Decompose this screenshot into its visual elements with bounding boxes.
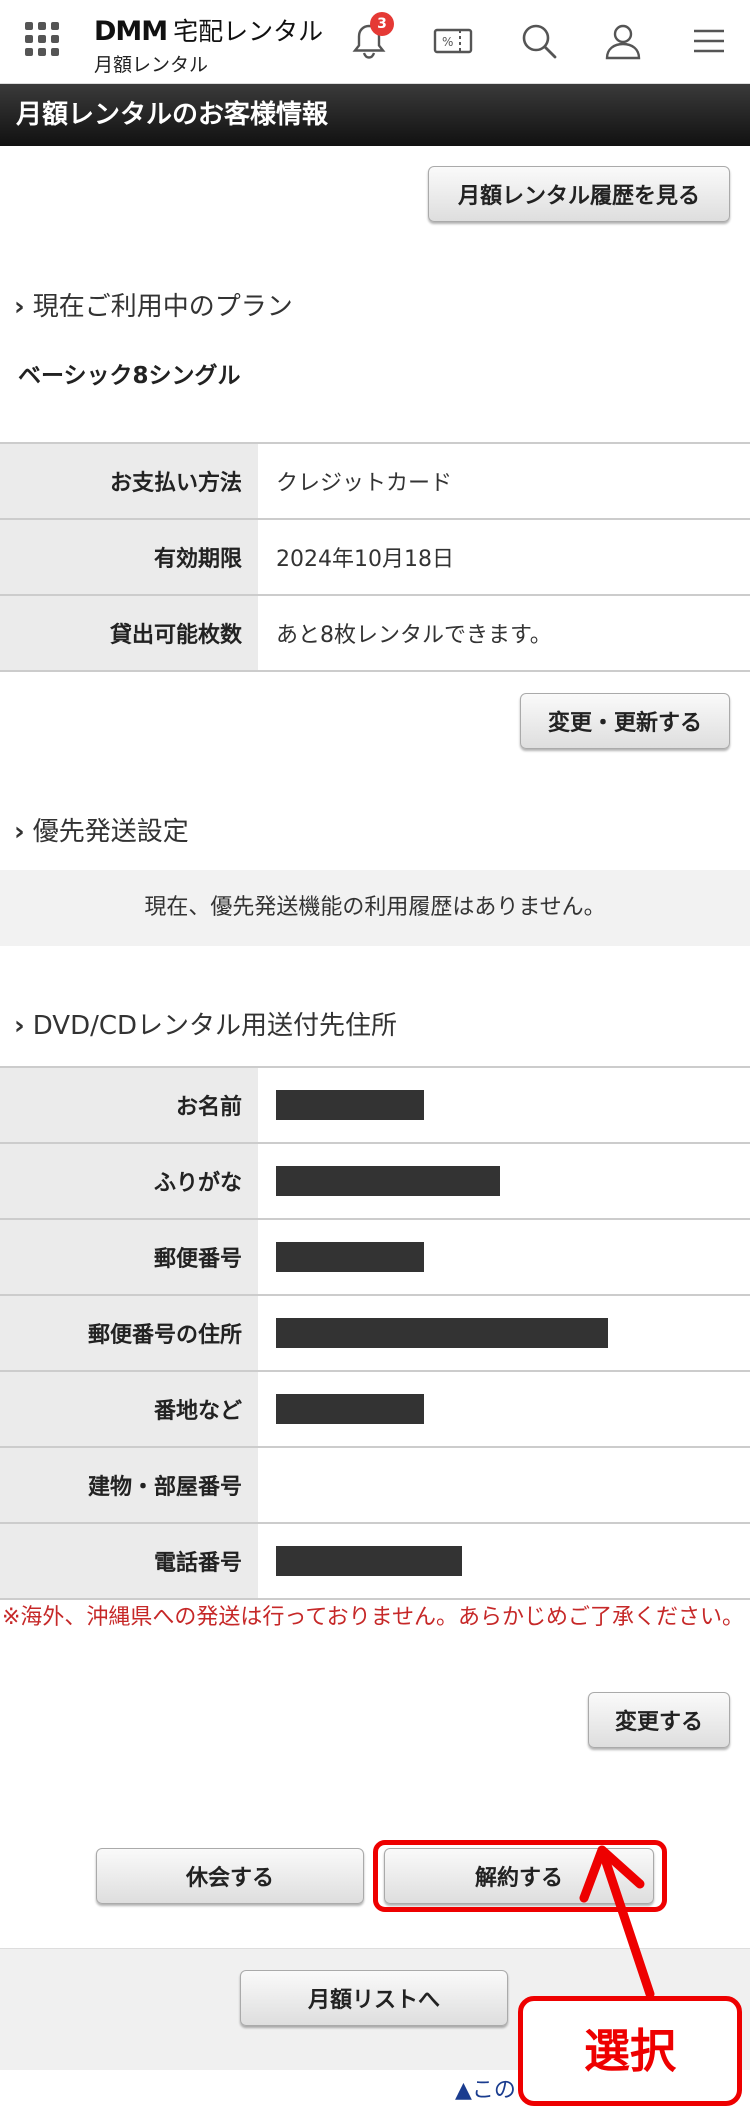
page-title: 月額レンタルのお客様情報 — [0, 84, 750, 146]
table-row: ふりがな — [0, 1142, 750, 1220]
expiry-label: 有効期限 — [0, 518, 258, 596]
postal-code-label: 郵便番号 — [0, 1218, 258, 1296]
furigana-label: ふりがな — [0, 1142, 258, 1220]
table-row: 建物・部屋番号 — [0, 1446, 750, 1524]
redacted-value — [276, 1090, 424, 1120]
grid-menu-icon[interactable] — [25, 22, 59, 56]
postal-address-value — [258, 1294, 750, 1372]
phone-value — [258, 1522, 750, 1600]
current-plan-heading-label: 現在ご利用中のプラン — [32, 292, 293, 322]
rental-count-label: 貸出可能枚数 — [0, 594, 258, 672]
street-label: 番地など — [0, 1370, 258, 1448]
table-row: 郵便番号 — [0, 1218, 750, 1296]
plan-name: ベーシック8シングル — [18, 363, 241, 389]
postal-address-label: 郵便番号の住所 — [0, 1294, 258, 1372]
rental-count-value: あと8枚レンタルできます。 — [258, 594, 750, 672]
priority-shipping-heading: › 優先発送設定 — [14, 811, 189, 848]
payment-method-label: お支払い方法 — [0, 442, 258, 520]
notification-badge: 3 — [370, 12, 394, 36]
phone-label: 電話番号 — [0, 1522, 258, 1600]
furigana-value — [258, 1142, 750, 1220]
select-callout: 選択 — [518, 1996, 742, 2106]
logo-service: 宅配レンタル — [173, 17, 324, 46]
name-label: お名前 — [0, 1066, 258, 1144]
table-row: 有効期限 2024年10月18日 — [0, 518, 750, 596]
plan-info-table: お支払い方法 クレジットカード 有効期限 2024年10月18日 貸出可能枚数 … — [0, 442, 750, 672]
logo-subtitle: 月額レンタル — [94, 54, 209, 76]
payment-method-value: クレジットカード — [258, 442, 750, 520]
building-value — [258, 1446, 750, 1524]
address-heading: › DVD/CDレンタル用送付先住所 — [14, 1005, 397, 1042]
monthly-list-button[interactable]: 月額リストへ — [240, 1970, 508, 2026]
redacted-value — [276, 1242, 424, 1272]
priority-shipping-notice: 現在、優先発送機能の利用履歴はありません。 — [0, 870, 750, 946]
table-row: 電話番号 — [0, 1522, 750, 1600]
table-row: お名前 — [0, 1066, 750, 1144]
address-table: お名前 ふりがな 郵便番号 郵便番号の住所 番地など 建物・部屋番号 電話番号 — [0, 1066, 750, 1600]
table-row: お支払い方法 クレジットカード — [0, 442, 750, 520]
expiry-value: 2024年10月18日 — [258, 518, 750, 596]
redacted-value — [276, 1318, 608, 1348]
site-logo[interactable]: DMM 宅配レンタル — [94, 12, 323, 48]
svg-text:%: % — [442, 35, 453, 49]
redacted-value — [276, 1546, 462, 1576]
current-plan-heading: › 現在ご利用中のプラン — [14, 286, 293, 323]
hamburger-menu-icon[interactable] — [688, 20, 730, 62]
plan-change-button[interactable]: 変更・更新する — [520, 693, 730, 749]
table-row: 貸出可能枚数 あと8枚レンタルできます。 — [0, 594, 750, 672]
highlight-frame — [373, 1840, 667, 1912]
chevron-right-icon: › — [14, 1011, 25, 1041]
suspend-button[interactable]: 休会する — [96, 1848, 364, 1904]
search-icon[interactable] — [518, 20, 560, 62]
street-value — [258, 1370, 750, 1448]
chevron-right-icon: › — [14, 292, 25, 322]
address-heading-label: DVD/CDレンタル用送付先住所 — [32, 1011, 398, 1041]
coupon-icon[interactable]: % — [432, 20, 474, 62]
building-label: 建物・部屋番号 — [0, 1446, 258, 1524]
user-icon[interactable] — [602, 20, 644, 62]
shipping-warning: ※海外、沖縄県への発送は行っておりません。あらかじめご了承ください。 — [2, 1605, 745, 1630]
redacted-value — [276, 1166, 500, 1196]
rental-history-button[interactable]: 月額レンタル履歴を見る — [428, 166, 730, 222]
name-value — [258, 1066, 750, 1144]
top-header: DMM 宅配レンタル 月額レンタル 3 % — [0, 0, 750, 84]
chevron-right-icon: › — [14, 817, 25, 847]
table-row: 番地など — [0, 1370, 750, 1448]
priority-shipping-heading-label: 優先発送設定 — [32, 817, 189, 847]
postal-code-value — [258, 1218, 750, 1296]
table-row: 郵便番号の住所 — [0, 1294, 750, 1372]
address-change-button[interactable]: 変更する — [588, 1692, 730, 1748]
logo-brand: DMM — [94, 16, 168, 47]
redacted-value — [276, 1394, 424, 1424]
page-top-link[interactable]: ▲この — [455, 2072, 516, 2104]
